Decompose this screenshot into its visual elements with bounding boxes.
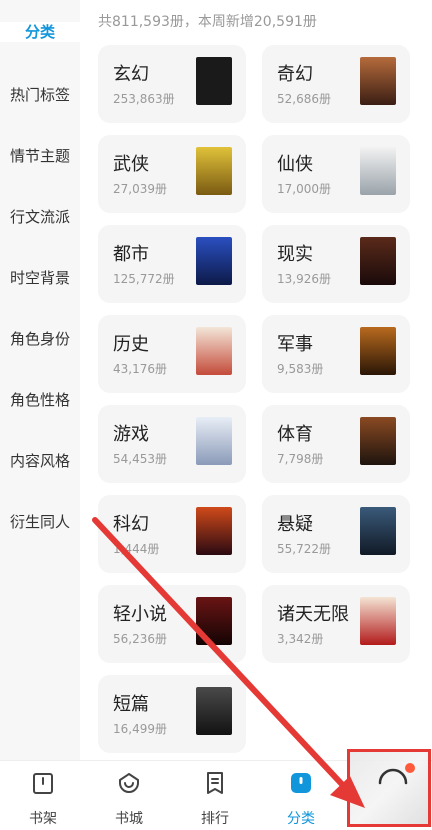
refresh-icon[interactable] <box>0 0 432 830</box>
